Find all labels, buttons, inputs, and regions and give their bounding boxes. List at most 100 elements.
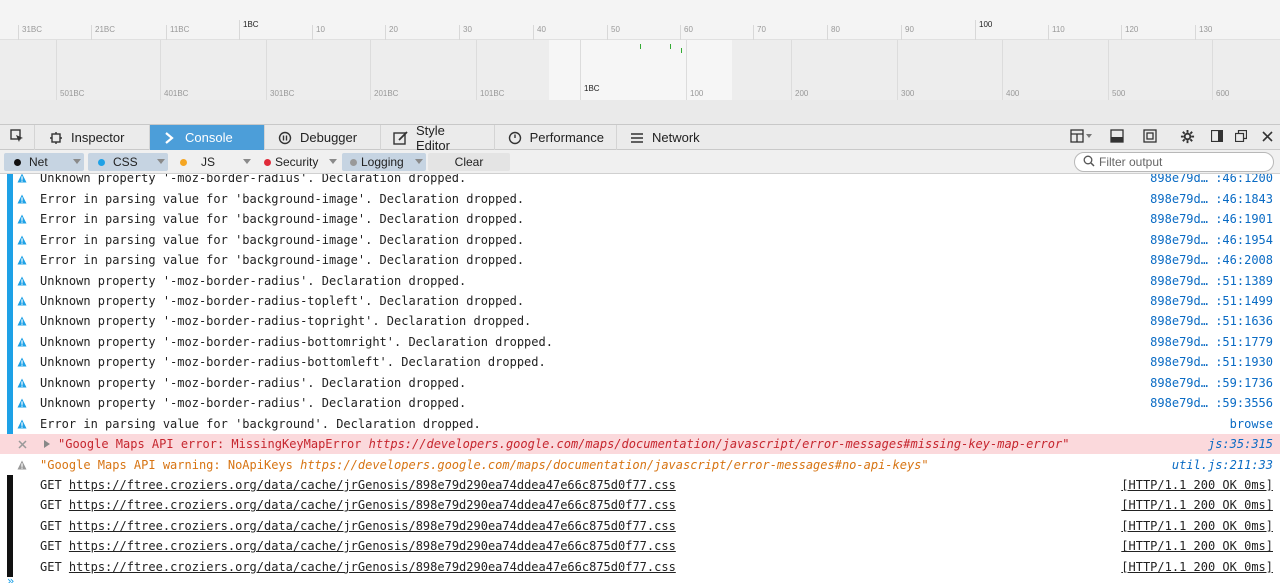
console-message-row[interactable]: Unknown property '-moz-border-radius-top… bbox=[0, 311, 1280, 332]
undock-button[interactable] bbox=[1232, 129, 1250, 146]
timeline-tick-label: 120 bbox=[1121, 25, 1138, 40]
source-location-link[interactable]: 898e79d… :51:1636 bbox=[1150, 314, 1273, 328]
performance-icon bbox=[507, 130, 523, 146]
request-url-link[interactable]: https://ftree.croziers.org/data/cache/jr… bbox=[69, 498, 676, 512]
chevron-down-icon bbox=[415, 159, 423, 164]
tab-style-editor[interactable]: Style Editor bbox=[381, 122, 495, 153]
console-output[interactable]: » Unknown property '-moz-border-radius'.… bbox=[0, 174, 1280, 583]
console-message-row[interactable]: Unknown property '-moz-border-radius'. D… bbox=[0, 372, 1280, 393]
timeline-tick-label: 60 bbox=[680, 25, 693, 40]
timeline-event-marker[interactable] bbox=[670, 44, 671, 49]
request-url-link[interactable]: https://ftree.croziers.org/data/cache/jr… bbox=[69, 560, 676, 574]
timeline-tick-label: 130 bbox=[1195, 25, 1212, 40]
source-location-link[interactable]: 898e79d… :59:1736 bbox=[1150, 376, 1273, 390]
tab-console[interactable]: Console bbox=[150, 125, 265, 150]
console-message-row[interactable]: Unknown property '-moz-border-radius'. D… bbox=[0, 270, 1280, 291]
settings-button[interactable] bbox=[1178, 129, 1196, 146]
source-location-link[interactable]: 898e79d… :51:1389 bbox=[1150, 274, 1273, 288]
warning-icon bbox=[16, 254, 28, 266]
expand-arrow-icon[interactable] bbox=[44, 440, 50, 449]
filter-js-button[interactable]: JS bbox=[170, 153, 254, 171]
response-status-link[interactable]: [HTTP/1.1 200 OK 0ms] bbox=[1121, 498, 1273, 512]
source-location-link[interactable]: 898e79d… :59:3556 bbox=[1150, 396, 1273, 410]
warning-icon bbox=[16, 459, 28, 471]
response-status-link[interactable]: [HTTP/1.1 200 OK 0ms] bbox=[1121, 519, 1273, 533]
frame-icon bbox=[1143, 129, 1157, 146]
request-method: GET bbox=[40, 559, 62, 574]
request-url-link[interactable]: https://ftree.croziers.org/data/cache/jr… bbox=[69, 539, 676, 553]
timeline-panel[interactable]: 31BC 21BC 11BC 1BC 10 20 30 40 50 60 70 80 90 100 110 1… bbox=[0, 0, 1280, 124]
timeline-tick-label: 100 bbox=[975, 20, 992, 40]
timeline-tick-label: 21BC bbox=[91, 25, 115, 40]
net-dot-icon bbox=[14, 158, 21, 166]
filter-security-button[interactable]: Security bbox=[254, 153, 340, 171]
console-message-row[interactable]: GET https://ftree.croziers.org/data/cach… bbox=[0, 536, 1280, 557]
close-devtools-button[interactable] bbox=[1258, 129, 1276, 146]
timeline-ruler[interactable]: 31BC 21BC 11BC 1BC 10 20 30 40 50 60 70 80 90 100 110 1… bbox=[0, 0, 1280, 40]
console-message-row[interactable]: Error in parsing value for 'background-i… bbox=[0, 208, 1280, 230]
console-message-row[interactable]: "Google Maps API error: MissingKeyMapErr… bbox=[0, 433, 1280, 455]
timeline-overview[interactable]: 501BC 401BC 301BC 201BC 101BC 1BC 100 200 300 400… bbox=[0, 40, 1280, 100]
console-message-row[interactable]: Unknown property '-moz-border-radius'. D… bbox=[0, 174, 1280, 189]
filter-logging-button[interactable]: Logging bbox=[342, 153, 426, 171]
source-location-link[interactable]: 898e79d… :46:2008 bbox=[1150, 253, 1273, 267]
source-location-link[interactable]: 898e79d… :51:1779 bbox=[1150, 335, 1273, 349]
frame-select-button[interactable] bbox=[1141, 129, 1159, 146]
source-location-link[interactable]: browse bbox=[1230, 417, 1273, 431]
source-location-link[interactable]: 898e79d… :51:1499 bbox=[1150, 294, 1273, 308]
source-location-link[interactable]: 898e79d… :46:1200 bbox=[1150, 174, 1273, 185]
message-url[interactable]: https://developers.google.com/maps/docum… bbox=[369, 437, 1063, 451]
dock-side-button[interactable] bbox=[1208, 129, 1226, 146]
console-message-row[interactable]: GET https://ftree.croziers.org/data/cach… bbox=[0, 495, 1280, 516]
console-message-row[interactable]: GET https://ftree.croziers.org/data/cach… bbox=[0, 556, 1280, 578]
filter-output-box[interactable] bbox=[1074, 152, 1274, 172]
source-location-link[interactable]: 898e79d… :46:1901 bbox=[1150, 212, 1273, 226]
console-message-row[interactable]: Error in parsing value for 'background'.… bbox=[0, 413, 1280, 434]
filter-net-button[interactable]: Net bbox=[4, 153, 84, 171]
message-prefix: "Google Maps API warning: NoApiKeys bbox=[40, 457, 301, 472]
console-message-row[interactable]: GET https://ftree.croziers.org/data/cach… bbox=[0, 474, 1280, 496]
responsive-mode-button[interactable] bbox=[1068, 129, 1096, 146]
source-location-link[interactable]: 898e79d… :46:1954 bbox=[1150, 233, 1273, 247]
overview-viewport-window[interactable] bbox=[549, 40, 732, 100]
timeline-event-marker[interactable] bbox=[640, 44, 641, 49]
console-message-row[interactable]: Unknown property '-moz-border-radius-bot… bbox=[0, 331, 1280, 353]
warning-icon bbox=[16, 397, 28, 409]
console-message-row[interactable]: Error in parsing value for 'background-i… bbox=[0, 249, 1280, 271]
split-console-button[interactable] bbox=[1108, 129, 1126, 146]
tab-performance[interactable]: Performance bbox=[495, 125, 617, 150]
message-text: GET https://ftree.croziers.org/data/cach… bbox=[40, 539, 676, 553]
element-picker-button[interactable] bbox=[0, 125, 35, 150]
source-location-link[interactable]: js:35:315 bbox=[1208, 437, 1273, 451]
response-status-link[interactable]: [HTTP/1.1 200 OK 0ms] bbox=[1121, 478, 1273, 492]
source-location-link[interactable]: 898e79d… :46:1843 bbox=[1150, 192, 1273, 206]
message-url[interactable]: https://developers.google.com/maps/docum… bbox=[300, 458, 921, 472]
timeline-event-marker[interactable] bbox=[681, 48, 682, 53]
console-message-row[interactable]: Unknown property '-moz-border-radius'. D… bbox=[0, 392, 1280, 414]
filter-output-input[interactable] bbox=[1099, 155, 1269, 169]
console-message-row[interactable]: Unknown property '-moz-border-radius-bot… bbox=[0, 352, 1280, 373]
source-location-link[interactable]: util.js:211:33 bbox=[1172, 458, 1273, 472]
request-url-link[interactable]: https://ftree.croziers.org/data/cache/jr… bbox=[69, 478, 676, 492]
console-message-row[interactable]: Error in parsing value for 'background-i… bbox=[0, 188, 1280, 209]
console-message-row[interactable]: Error in parsing value for 'background-i… bbox=[0, 229, 1280, 250]
clear-button[interactable]: Clear bbox=[428, 153, 510, 171]
filter-css-button[interactable]: CSS bbox=[88, 153, 168, 171]
request-url-link[interactable]: https://ftree.croziers.org/data/cache/jr… bbox=[69, 519, 676, 533]
console-message-row[interactable]: Unknown property '-moz-border-radius-top… bbox=[0, 290, 1280, 312]
response-status-link[interactable]: [HTTP/1.1 200 OK 0ms] bbox=[1121, 560, 1273, 574]
message-text: Unknown property '-moz-border-radius-top… bbox=[40, 314, 532, 329]
tab-network[interactable]: Network bbox=[617, 125, 723, 150]
tab-debugger[interactable]: Debugger bbox=[265, 125, 381, 150]
logging-dot-icon bbox=[350, 158, 357, 166]
tab-label: Style Editor bbox=[416, 122, 450, 153]
console-message-row[interactable]: GET https://ftree.croziers.org/data/cach… bbox=[0, 515, 1280, 537]
message-category-bar bbox=[7, 413, 13, 434]
console-message-row[interactable]: "Google Maps API warning: NoApiKeys http… bbox=[0, 454, 1280, 475]
source-location-link[interactable]: 898e79d… :51:1930 bbox=[1150, 355, 1273, 369]
response-status-link[interactable]: [HTTP/1.1 200 OK 0ms] bbox=[1121, 539, 1273, 553]
message-category-bar bbox=[7, 249, 13, 271]
search-icon bbox=[1083, 155, 1095, 170]
message-text: Error in parsing value for 'background-i… bbox=[40, 232, 525, 247]
tab-inspector[interactable]: Inspector bbox=[36, 125, 150, 150]
